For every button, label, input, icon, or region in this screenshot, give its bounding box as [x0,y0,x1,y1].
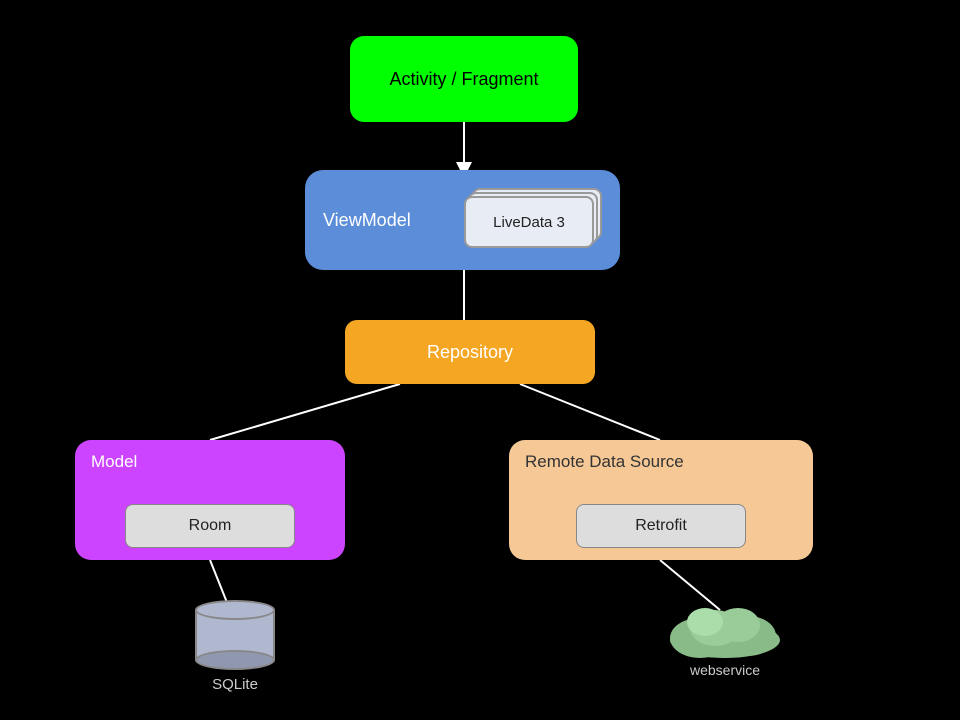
model-label: Model [91,452,137,472]
webservice-label: webservice [690,662,760,678]
viewmodel-label: ViewModel [323,210,411,231]
repository-box: Repository [345,320,595,384]
livedata-card-front: LiveData 3 [464,196,594,248]
webservice-container: webservice [660,600,790,678]
room-card: Room [125,504,295,548]
livedata-label: LiveData 3 [493,214,565,231]
retrofit-card: Retrofit [576,504,746,548]
sqlite-cylinder-bottom [195,650,275,670]
retrofit-label: Retrofit [635,517,687,535]
webservice-cloud-icon [660,600,790,660]
model-box: Model Room [75,440,345,560]
sqlite-label: SQLite [212,676,258,693]
diagram-container: Activity / Fragment ViewModel LiveData 3… [0,0,960,720]
repository-label: Repository [427,342,513,363]
room-label: Room [189,517,232,535]
viewmodel-box: ViewModel LiveData 3 [305,170,620,270]
sqlite-container: SQLite [185,600,285,693]
activity-fragment-label: Activity / Fragment [389,69,538,90]
remote-data-source-label: Remote Data Source [525,452,684,472]
sqlite-cylinder-top [195,600,275,620]
activity-fragment-box: Activity / Fragment [350,36,578,122]
livedata-stack: LiveData 3 [462,188,602,252]
remote-data-source-box: Remote Data Source Retrofit [509,440,813,560]
